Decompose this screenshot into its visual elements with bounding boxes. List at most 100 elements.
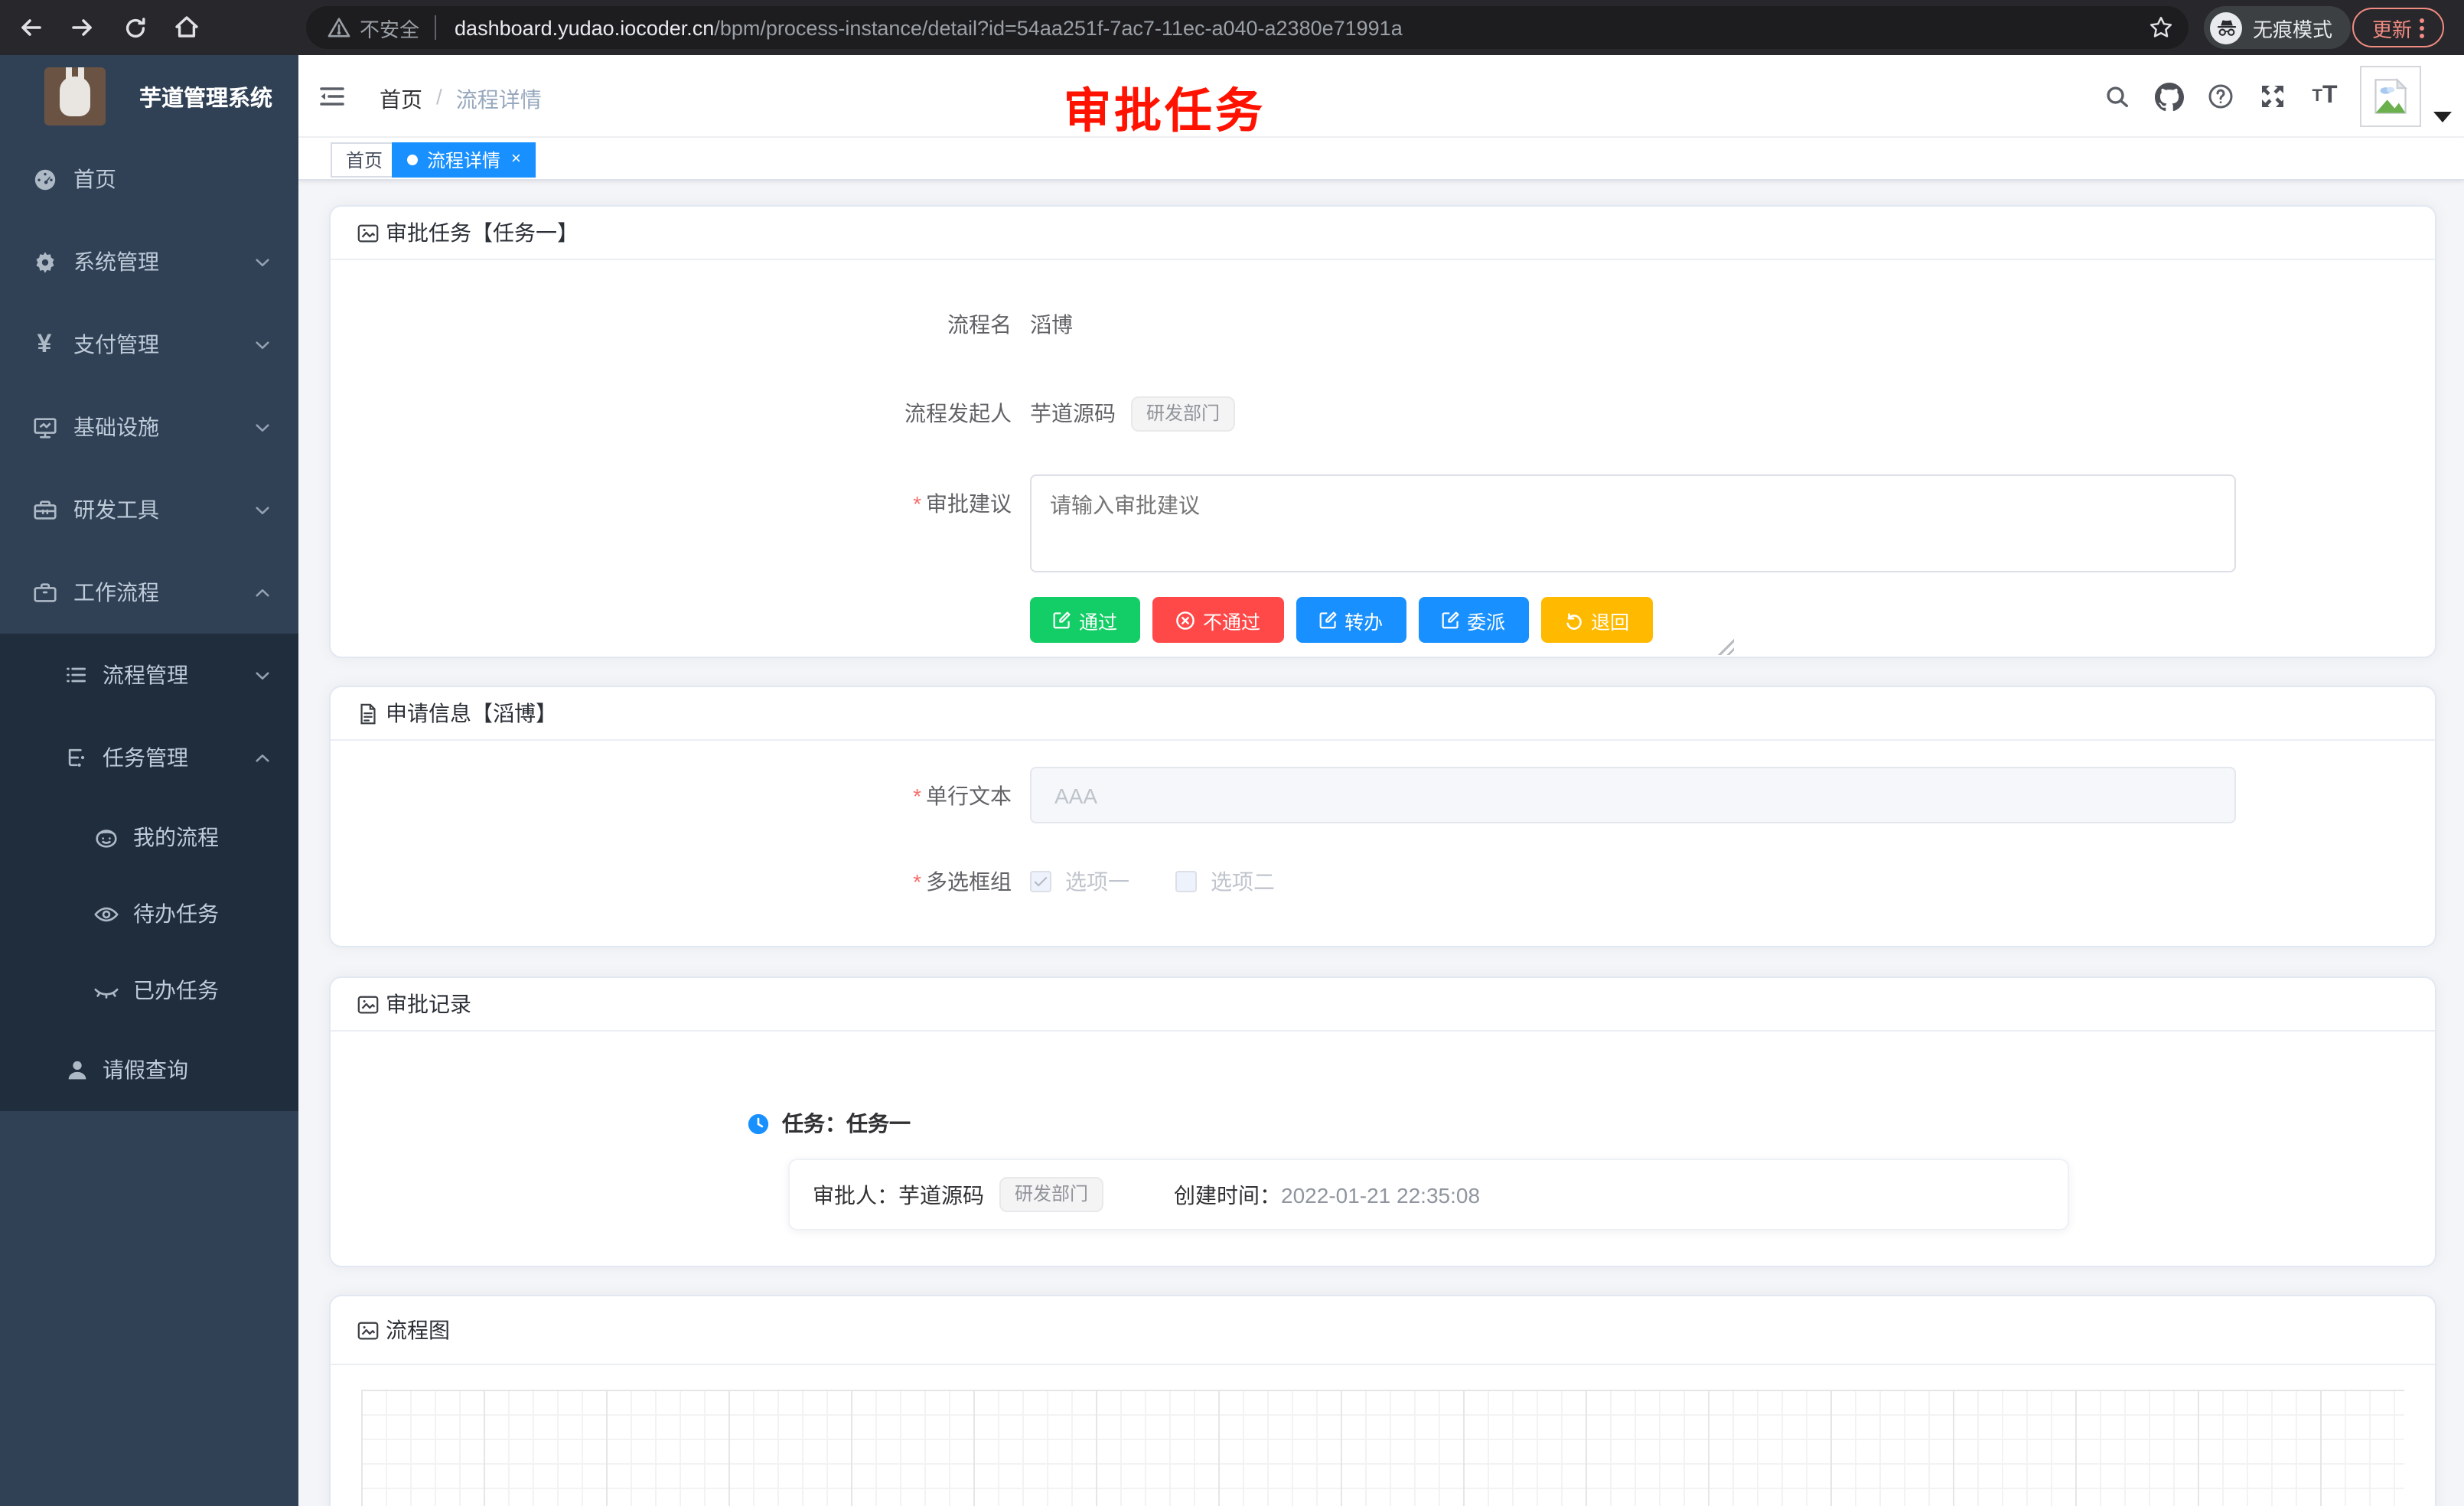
tree-list-icon [63,661,90,689]
sidebar-item-payment[interactable]: ¥ 支付管理 [0,303,298,386]
security-label: 不安全 [360,13,419,42]
sidebar-collapse-icon[interactable] [317,81,347,119]
textarea-resize-handle[interactable] [1717,638,1734,655]
chevron-down-icon [254,253,271,270]
workflow-submenu: 流程管理 任务管理 我的流程 待办任务 [0,634,298,1111]
browser-toolbar: 不安全 dashboard.yudao.iocoder.cn/bpm/proce… [0,0,2464,55]
sidebar-item-done-tasks[interactable]: 已办任务 [0,952,298,1028]
card-title: 审批记录 [386,989,471,1019]
browser-update-button[interactable]: 更新 [2352,8,2444,47]
forward-icon[interactable] [61,6,104,49]
sidebar-item-devtools[interactable]: 研发工具 [0,468,298,551]
gear-icon [31,248,58,275]
sidebar-item-system[interactable]: 系统管理 [0,220,298,303]
fullscreen-icon[interactable] [2247,55,2299,138]
checkbox-group-label: *多选框组 [331,866,1012,897]
app-logo [44,67,106,126]
sidebar-item-infra[interactable]: 基础设施 [0,386,298,468]
starter-name: 芋道源码 [1030,398,1116,429]
card-title: 流程图 [386,1315,450,1345]
update-label: 更新 [2372,13,2412,42]
tab-process-detail[interactable]: 流程详情 × [392,142,536,178]
search-icon[interactable] [2091,55,2143,138]
created-label: 创建时间： [1174,1179,1281,1210]
breadcrumb-separator: / [436,84,442,115]
checkbox-checked-icon [1030,871,1051,892]
back-icon[interactable] [9,6,52,49]
bpmn-canvas[interactable] [361,1390,2404,1506]
sidebar-item-label: 我的流程 [133,822,219,852]
card-title: 审批任务【任务一】 [386,217,579,248]
advice-label: *审批建议 [331,474,1012,533]
yuan-icon: ¥ [31,331,58,358]
advice-textarea[interactable] [1030,474,2236,572]
sidebar-item-label: 待办任务 [133,898,219,929]
clock-icon [747,1112,770,1135]
chevron-down-icon [254,419,271,435]
browser-menu-icon[interactable] [2420,18,2424,37]
picture-icon [357,1319,380,1341]
starter-label: 流程发起人 [331,398,1012,429]
github-icon[interactable] [2143,55,2195,138]
breadcrumb-home[interactable]: 首页 [380,84,422,115]
sidebar-item-label: 首页 [73,164,116,194]
checkbox-label: 选项二 [1211,866,1275,897]
url-path: /bpm/process-instance/detail?id=54aa251f… [714,16,1402,39]
app-logo-row[interactable]: 芋道管理系统 [0,55,298,138]
tab-home[interactable]: 首页 [331,142,398,178]
home-icon[interactable] [165,6,208,49]
app-title: 芋道管理系统 [139,80,272,112]
sidebar-item-my-process[interactable]: 我的流程 [0,799,298,875]
circle-close-icon [1175,610,1195,630]
app-header: 首页 / 流程详情 审批任务 TT [298,55,2464,138]
edit-icon [1053,611,1071,629]
avatar[interactable] [2360,66,2421,127]
page-root: 不安全 dashboard.yudao.iocoder.cn/bpm/proce… [0,0,2464,1506]
checkbox-group: 选项一 选项二 [1030,866,1321,897]
face-icon [92,823,119,851]
dashboard-icon [31,165,58,193]
approver-label: 审批人： [813,1179,898,1210]
checkbox-unchecked-icon [1175,871,1197,892]
avatar-dropdown-caret[interactable] [2433,111,2452,122]
sidebar-item-leave-query[interactable]: 请假查询 [0,1028,298,1111]
approval-record-card: 审批记录 任务：任务一 审批人： 芋道源码 研发部门 创建时间： 2022-01… [329,976,2436,1267]
required-asterisk: * [913,783,921,807]
apply-card-header: 申请信息【滔博】 [331,687,2435,741]
sidebar-item-workflow[interactable]: 工作流程 [0,551,298,634]
process-name-label: 流程名 [331,309,1012,340]
approver-dept-tag: 研发部门 [999,1177,1103,1212]
sidebar-item-home[interactable]: 首页 [0,138,298,220]
required-asterisk: * [913,869,921,894]
return-button[interactable]: 退回 [1540,597,1652,643]
approve-card-header: 审批任务【任务一】 [331,207,2435,260]
url-bar[interactable]: 不安全 dashboard.yudao.iocoder.cn/bpm/proce… [306,6,2189,49]
active-dot-icon [407,155,418,165]
apply-info-card: 申请信息【滔博】 *单行文本 AAA *多选框组 选项一 选项二 [329,686,2436,947]
transfer-button[interactable]: 转办 [1296,597,1406,643]
help-icon[interactable] [2195,55,2247,138]
close-icon[interactable]: × [511,152,521,168]
eye-open-icon [92,900,119,927]
sidebar-item-label: 系统管理 [73,246,159,277]
delegate-button[interactable]: 委派 [1418,597,1528,643]
annotation-title: 审批任务 [1064,72,1266,141]
approve-button[interactable]: 通过 [1030,597,1140,643]
process-diagram-card: 流程图 [329,1295,2436,1506]
checkbox-option-2: 选项二 [1175,866,1275,897]
sidebar-item-todo-tasks[interactable]: 待办任务 [0,875,298,952]
edit-icon [1318,611,1337,629]
edit-icon [1441,611,1459,629]
font-size-icon[interactable]: TT [2299,55,2351,138]
reload-icon[interactable] [113,6,156,49]
starter-value: 芋道源码 研发部门 [1030,396,1235,431]
reject-button[interactable]: 不通过 [1152,597,1283,643]
process-name-value: 滔博 [1030,309,1073,340]
bookmark-star-icon[interactable] [2149,15,2173,40]
user-icon [63,1056,90,1084]
toolbox-icon [31,496,58,523]
sidebar-item-process-mgmt[interactable]: 流程管理 [0,634,298,716]
created-value: 2022-01-21 22:35:08 [1281,1182,1480,1207]
task-title: 任务：任务一 [782,1108,911,1139]
sidebar-item-task-mgmt[interactable]: 任务管理 [0,716,298,799]
